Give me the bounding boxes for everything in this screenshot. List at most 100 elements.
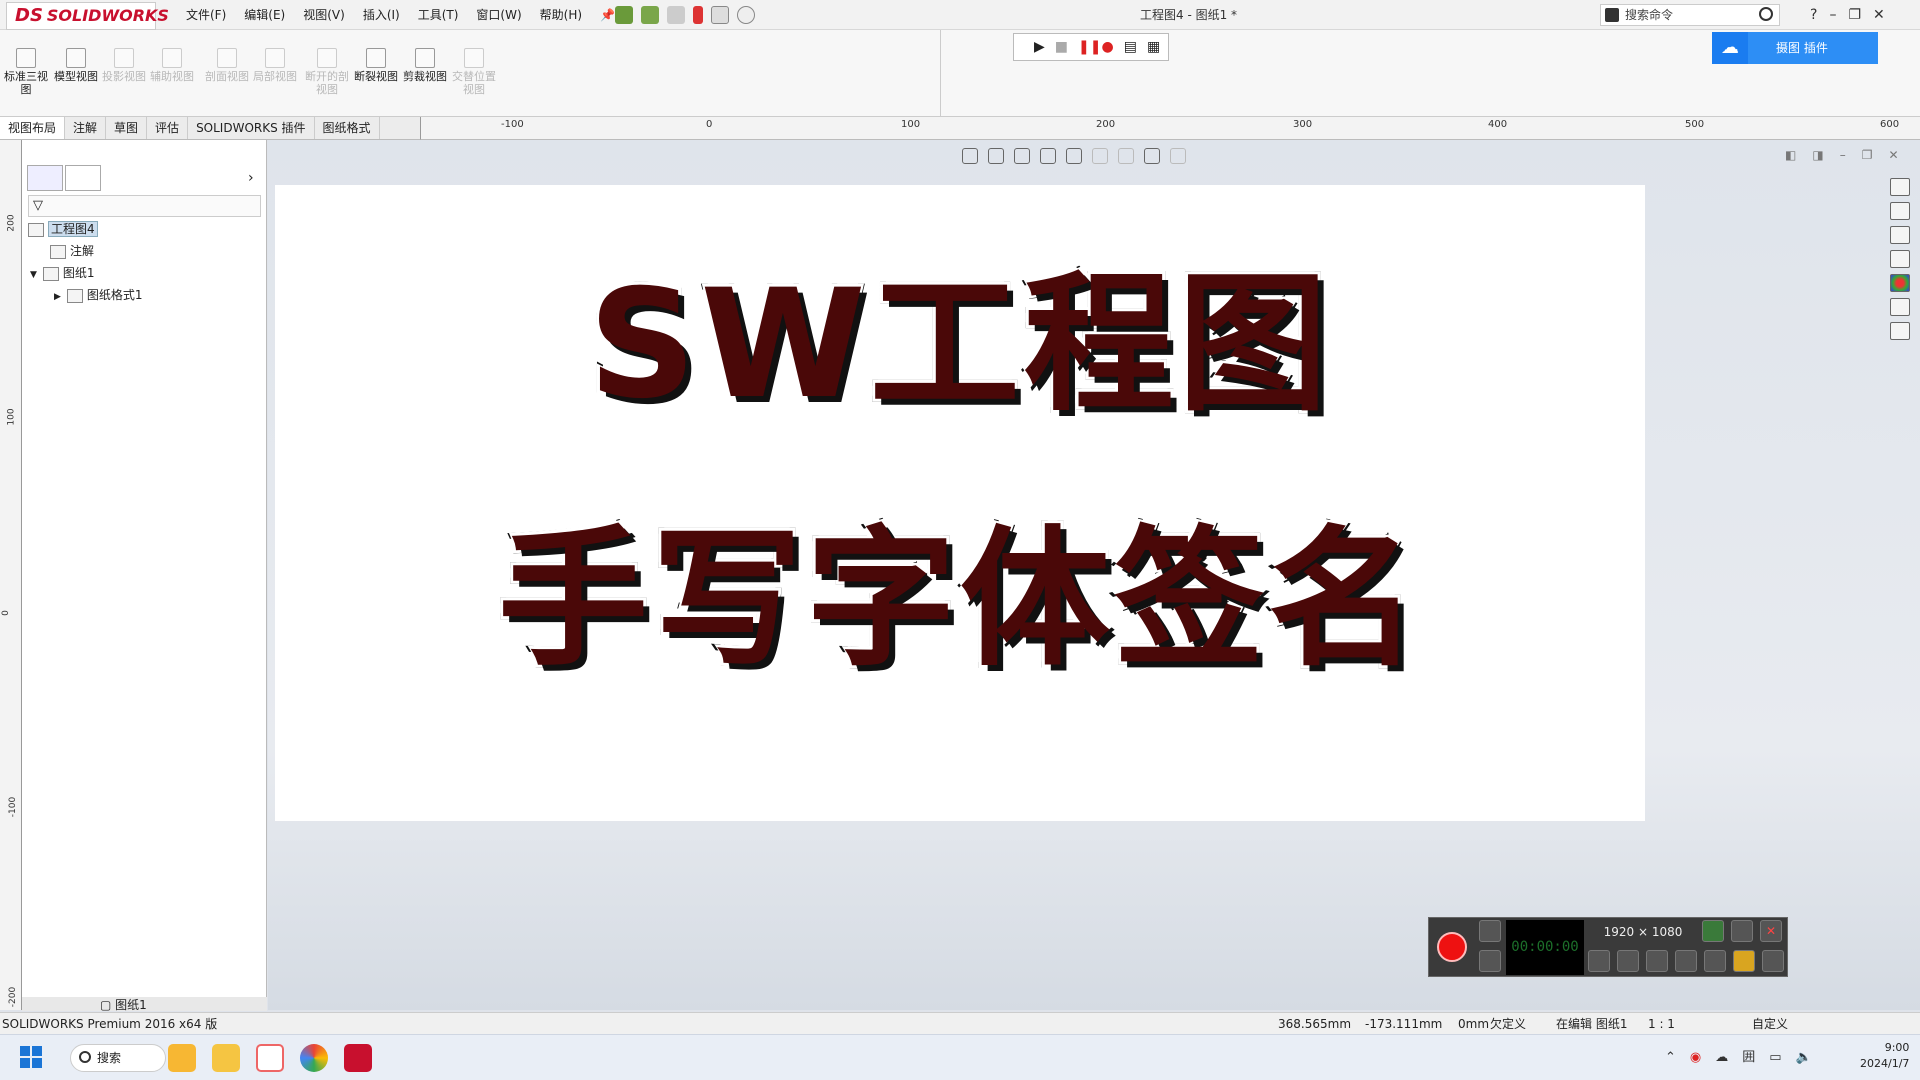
- drawing-sheet[interactable]: SW工程图 手写字体签名: [275, 185, 1645, 821]
- sum-icon[interactable]: [667, 6, 685, 24]
- tray-overflow-icon[interactable]: ⌃: [1665, 1044, 1676, 1072]
- alternate-position-view-button[interactable]: 交替位置视图: [452, 48, 496, 96]
- taskbar-clock[interactable]: 9:00 2024/1/7: [1860, 1040, 1909, 1072]
- sheet-tab[interactable]: ▢ 图纸1: [100, 996, 147, 1013]
- close-recorder-icon[interactable]: ✕: [1760, 920, 1782, 942]
- tab-sheet-format[interactable]: 图纸格式: [315, 117, 380, 139]
- design-library-icon[interactable]: [1890, 202, 1910, 220]
- forum-icon[interactable]: [1890, 322, 1910, 340]
- help-icon[interactable]: ?: [1810, 0, 1817, 30]
- volume-icon[interactable]: 🔈: [1796, 1044, 1812, 1072]
- folder-icon[interactable]: [1733, 950, 1755, 972]
- tab-solidworks-addins[interactable]: SOLIDWORKS 插件: [188, 117, 315, 139]
- gear-icon[interactable]: [737, 6, 755, 24]
- tab-annotation[interactable]: 注解: [65, 117, 107, 139]
- expand-arrow-icon[interactable]: ▶: [54, 292, 61, 302]
- model-view-button[interactable]: 模型视图: [54, 48, 98, 83]
- sheet-scale[interactable]: 1 : 1: [1648, 1013, 1675, 1035]
- feature-manager-tab-icon[interactable]: [27, 165, 63, 191]
- camera-icon[interactable]: [1479, 920, 1501, 942]
- network-icon[interactable]: ▭: [1769, 1044, 1781, 1072]
- menu-insert[interactable]: 插入(I): [357, 0, 406, 30]
- section-view-button[interactable]: 剖面视图: [205, 48, 249, 83]
- traffic-light-icon[interactable]: [693, 6, 703, 24]
- doc-close-button[interactable]: ✕: [1888, 148, 1898, 162]
- fullscreen-icon[interactable]: [1702, 920, 1724, 942]
- broken-out-section-button[interactable]: 断开的剖视图: [305, 48, 349, 96]
- tile-right-icon[interactable]: ◨: [1812, 148, 1823, 162]
- tree-item-drawing[interactable]: 工程图4: [28, 220, 98, 238]
- ime-icon[interactable]: 囲: [1742, 1044, 1755, 1072]
- rebuild-all-icon[interactable]: [641, 6, 659, 24]
- file-properties-icon[interactable]: [711, 6, 729, 24]
- minimize-recorder-icon[interactable]: [1731, 920, 1753, 942]
- detail-view-button[interactable]: 局部视图: [253, 48, 297, 83]
- break-view-button[interactable]: 断裂视图: [354, 48, 398, 83]
- new-macro-icon[interactable]: ▤: [1124, 39, 1137, 55]
- unit-system[interactable]: 自定义: [1752, 1013, 1788, 1035]
- appearance-icon[interactable]: [1170, 148, 1186, 164]
- tab-sketch[interactable]: 草图: [106, 117, 148, 139]
- view-orientation-icon[interactable]: [1118, 148, 1134, 164]
- menu-tools[interactable]: 工具(T): [412, 0, 465, 30]
- crop-view-button[interactable]: 剪裁视图: [403, 48, 447, 83]
- projected-view-button[interactable]: 投影视图: [102, 48, 146, 83]
- close-button[interactable]: ✕: [1873, 0, 1885, 30]
- tree-item-sheet[interactable]: ▼ 图纸1: [30, 264, 95, 282]
- tab-view-layout[interactable]: 视图布局: [0, 117, 66, 139]
- edit-macro-icon[interactable]: ▦: [1147, 39, 1160, 55]
- zoom-to-area-icon[interactable]: [988, 148, 1004, 164]
- zoom-to-fit-icon[interactable]: [962, 148, 978, 164]
- previous-view-icon[interactable]: [1014, 148, 1030, 164]
- cloud-tray-icon[interactable]: ☁: [1715, 1044, 1728, 1072]
- webcam-icon[interactable]: [1646, 950, 1668, 972]
- video-app-icon[interactable]: [256, 1044, 284, 1072]
- pan-icon[interactable]: [1040, 148, 1056, 164]
- menu-file[interactable]: 文件(F): [180, 0, 232, 30]
- hide-show-icon[interactable]: [1144, 148, 1160, 164]
- custom-properties-icon[interactable]: [1890, 298, 1910, 316]
- microphone-icon[interactable]: [1617, 950, 1639, 972]
- stop-macro-icon[interactable]: ■: [1055, 39, 1068, 55]
- property-manager-tab-icon[interactable]: [65, 165, 101, 191]
- home-icon[interactable]: [1890, 178, 1910, 196]
- restore-button[interactable]: ❐: [1848, 0, 1861, 30]
- cursor-icon[interactable]: [1675, 950, 1697, 972]
- play-macro-icon[interactable]: ▶: [1034, 39, 1045, 55]
- solidworks-taskbar-icon[interactable]: [344, 1044, 372, 1072]
- cloud-plugin[interactable]: ☁ 摄图 插件: [1712, 32, 1882, 64]
- minimize-button[interactable]: –: [1829, 0, 1836, 30]
- tab-evaluate[interactable]: 评估: [147, 117, 189, 139]
- collapse-arrow-icon[interactable]: ▼: [30, 270, 37, 280]
- record-button[interactable]: [1437, 932, 1467, 962]
- speaker-icon[interactable]: [1588, 950, 1610, 972]
- pen-icon[interactable]: [1704, 950, 1726, 972]
- auxiliary-view-button[interactable]: 辅助视图: [150, 48, 194, 83]
- chrome-icon[interactable]: [300, 1044, 328, 1072]
- menu-window[interactable]: 窗口(W): [470, 0, 527, 30]
- settings-icon[interactable]: [1762, 950, 1784, 972]
- standard-3-view-button[interactable]: 标准三视图: [4, 48, 48, 96]
- taskbar-search[interactable]: 搜索: [70, 1044, 166, 1072]
- menu-view[interactable]: 视图(V): [297, 0, 351, 30]
- record-macro-icon[interactable]: ❚❚●: [1078, 39, 1114, 55]
- menu-edit[interactable]: 编辑(E): [238, 0, 291, 30]
- search-command-field[interactable]: 搜索命令: [1600, 4, 1780, 26]
- appearances-icon[interactable]: [1890, 274, 1910, 292]
- panel-expand-icon[interactable]: ›: [248, 170, 254, 186]
- search-icon[interactable]: [1759, 7, 1773, 21]
- tree-item-annotations[interactable]: 注解: [50, 242, 94, 260]
- search-scope-icon[interactable]: [1605, 8, 1619, 22]
- rotate-icon[interactable]: [1066, 148, 1082, 164]
- solidworks-logo[interactable]: DS SOLIDWORKS: [6, 2, 169, 30]
- tree-item-sheet-format[interactable]: ▶ 图纸格式1: [54, 286, 143, 304]
- pause-icon[interactable]: [1479, 950, 1501, 972]
- doc-minimize-button[interactable]: –: [1840, 148, 1846, 162]
- section-view-icon[interactable]: [1092, 148, 1108, 164]
- windows-start-icon[interactable]: [20, 1046, 42, 1068]
- tree-filter-field[interactable]: ▽: [28, 195, 261, 217]
- file-explorer-icon[interactable]: [212, 1044, 240, 1072]
- doc-restore-button[interactable]: ❐: [1862, 148, 1873, 162]
- menu-help[interactable]: 帮助(H): [534, 0, 588, 30]
- search-app-icon[interactable]: [168, 1044, 196, 1072]
